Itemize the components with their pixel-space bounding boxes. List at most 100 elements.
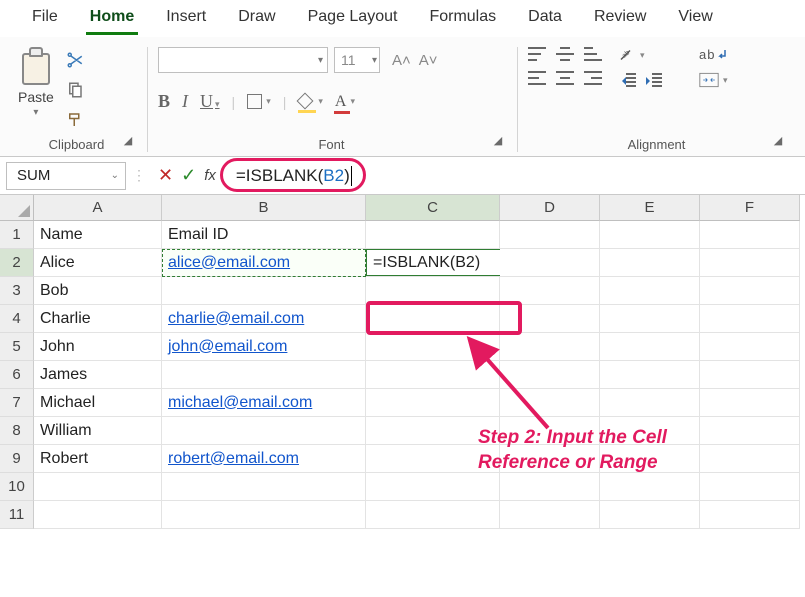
cell[interactable] (500, 249, 600, 277)
cell[interactable]: John (34, 333, 162, 361)
cell-c2-active[interactable]: =ISBLANK(B2) (366, 249, 500, 277)
chevron-down-icon[interactable]: ▾ (372, 55, 377, 66)
cell[interactable] (366, 277, 500, 305)
cell[interactable] (500, 277, 600, 305)
chevron-down-icon[interactable]: ▾ (33, 107, 38, 118)
cell[interactable] (700, 221, 800, 249)
merge-center-button[interactable]: ▾ (699, 72, 728, 88)
cell[interactable] (600, 389, 700, 417)
menu-home[interactable]: Home (86, 6, 138, 35)
cell[interactable]: robert@email.com (162, 445, 366, 473)
cell[interactable] (162, 361, 366, 389)
cell[interactable] (34, 501, 162, 529)
col-header[interactable]: E (600, 195, 700, 221)
cell[interactable] (34, 473, 162, 501)
row-header[interactable]: 9 (0, 445, 34, 473)
increase-indent-button[interactable] (644, 73, 662, 87)
align-top-button[interactable] (528, 47, 546, 61)
col-header[interactable]: F (700, 195, 800, 221)
menu-view[interactable]: View (674, 6, 716, 35)
cell[interactable] (700, 277, 800, 305)
font-size-select[interactable]: 11 ▾ (334, 47, 380, 73)
cell[interactable] (700, 305, 800, 333)
cancel-formula-button[interactable]: ✕ (158, 165, 173, 186)
cell[interactable] (500, 361, 600, 389)
cell[interactable] (500, 305, 600, 333)
menu-file[interactable]: File (28, 6, 62, 35)
cell[interactable]: James (34, 361, 162, 389)
cell[interactable] (600, 249, 700, 277)
row-header[interactable]: 10 (0, 473, 34, 501)
cell-b2-referenced[interactable]: alice@email.com (162, 249, 366, 277)
cell[interactable] (500, 389, 600, 417)
cell[interactable]: john@email.com (162, 333, 366, 361)
cell[interactable] (366, 501, 500, 529)
row-header[interactable]: 3 (0, 277, 34, 305)
cell[interactable] (600, 333, 700, 361)
cell[interactable] (700, 389, 800, 417)
name-box[interactable]: SUM ⌄ (6, 162, 126, 190)
cell[interactable]: Name (34, 221, 162, 249)
increase-font-button[interactable]: A˄ (392, 52, 411, 69)
email-link[interactable]: robert@email.com (168, 450, 299, 468)
chevron-down-icon[interactable]: ▾ (318, 55, 323, 66)
cell[interactable]: Michael (34, 389, 162, 417)
cell[interactable]: Email ID (162, 221, 366, 249)
font-name-select[interactable]: ▾ (158, 47, 328, 73)
dialog-launcher-icon[interactable]: ◢ (121, 134, 135, 148)
menu-page-layout[interactable]: Page Layout (304, 6, 402, 35)
cell[interactable] (700, 249, 800, 277)
cell[interactable]: Charlie (34, 305, 162, 333)
cell[interactable] (500, 333, 600, 361)
italic-button[interactable]: I (182, 91, 188, 112)
cell[interactable] (366, 361, 500, 389)
cell[interactable] (162, 501, 366, 529)
cell[interactable] (600, 501, 700, 529)
cell[interactable]: Robert (34, 445, 162, 473)
cell[interactable] (600, 305, 700, 333)
cell[interactable]: charlie@email.com (162, 305, 366, 333)
select-all-corner[interactable] (0, 195, 34, 221)
col-header[interactable]: D (500, 195, 600, 221)
cell[interactable]: michael@email.com (162, 389, 366, 417)
borders-button[interactable]: ▾ (247, 94, 271, 109)
decrease-font-button[interactable]: A˅ (419, 52, 438, 69)
menu-formulas[interactable]: Formulas (425, 6, 500, 35)
menu-review[interactable]: Review (590, 6, 650, 35)
cell[interactable] (700, 445, 800, 473)
cell[interactable] (700, 473, 800, 501)
cell[interactable] (600, 473, 700, 501)
cell[interactable] (700, 501, 800, 529)
cell[interactable] (700, 333, 800, 361)
menu-insert[interactable]: Insert (162, 6, 210, 35)
align-middle-button[interactable] (556, 47, 574, 61)
formula-input[interactable]: =ISBLANK(B2) (228, 162, 799, 190)
align-bottom-button[interactable] (584, 47, 602, 61)
row-header[interactable]: 5 (0, 333, 34, 361)
cell[interactable] (366, 473, 500, 501)
cell[interactable] (366, 221, 500, 249)
insert-function-button[interactable]: fx (204, 167, 216, 184)
row-header[interactable]: 4 (0, 305, 34, 333)
fill-color-button[interactable]: ▾ (298, 94, 323, 110)
bold-button[interactable]: B (158, 91, 170, 112)
email-link[interactable]: charlie@email.com (168, 310, 304, 328)
orientation-button[interactable]: ab▾ (618, 47, 662, 63)
cell[interactable] (500, 221, 600, 249)
cut-button[interactable] (62, 49, 88, 71)
row-header[interactable]: 7 (0, 389, 34, 417)
decrease-indent-button[interactable] (618, 73, 636, 87)
dialog-launcher-icon[interactable]: ◢ (491, 134, 505, 148)
cell[interactable]: Bob (34, 277, 162, 305)
underline-button[interactable]: U▾ (200, 91, 220, 112)
align-center-button[interactable] (556, 71, 574, 85)
cell[interactable]: Alice (34, 249, 162, 277)
col-header[interactable]: A (34, 195, 162, 221)
cell[interactable] (162, 417, 366, 445)
align-left-button[interactable] (528, 71, 546, 85)
cell[interactable] (700, 361, 800, 389)
row-header[interactable]: 1 (0, 221, 34, 249)
font-color-button[interactable]: A▾ (335, 93, 355, 111)
row-header[interactable]: 8 (0, 417, 34, 445)
col-header[interactable]: B (162, 195, 366, 221)
